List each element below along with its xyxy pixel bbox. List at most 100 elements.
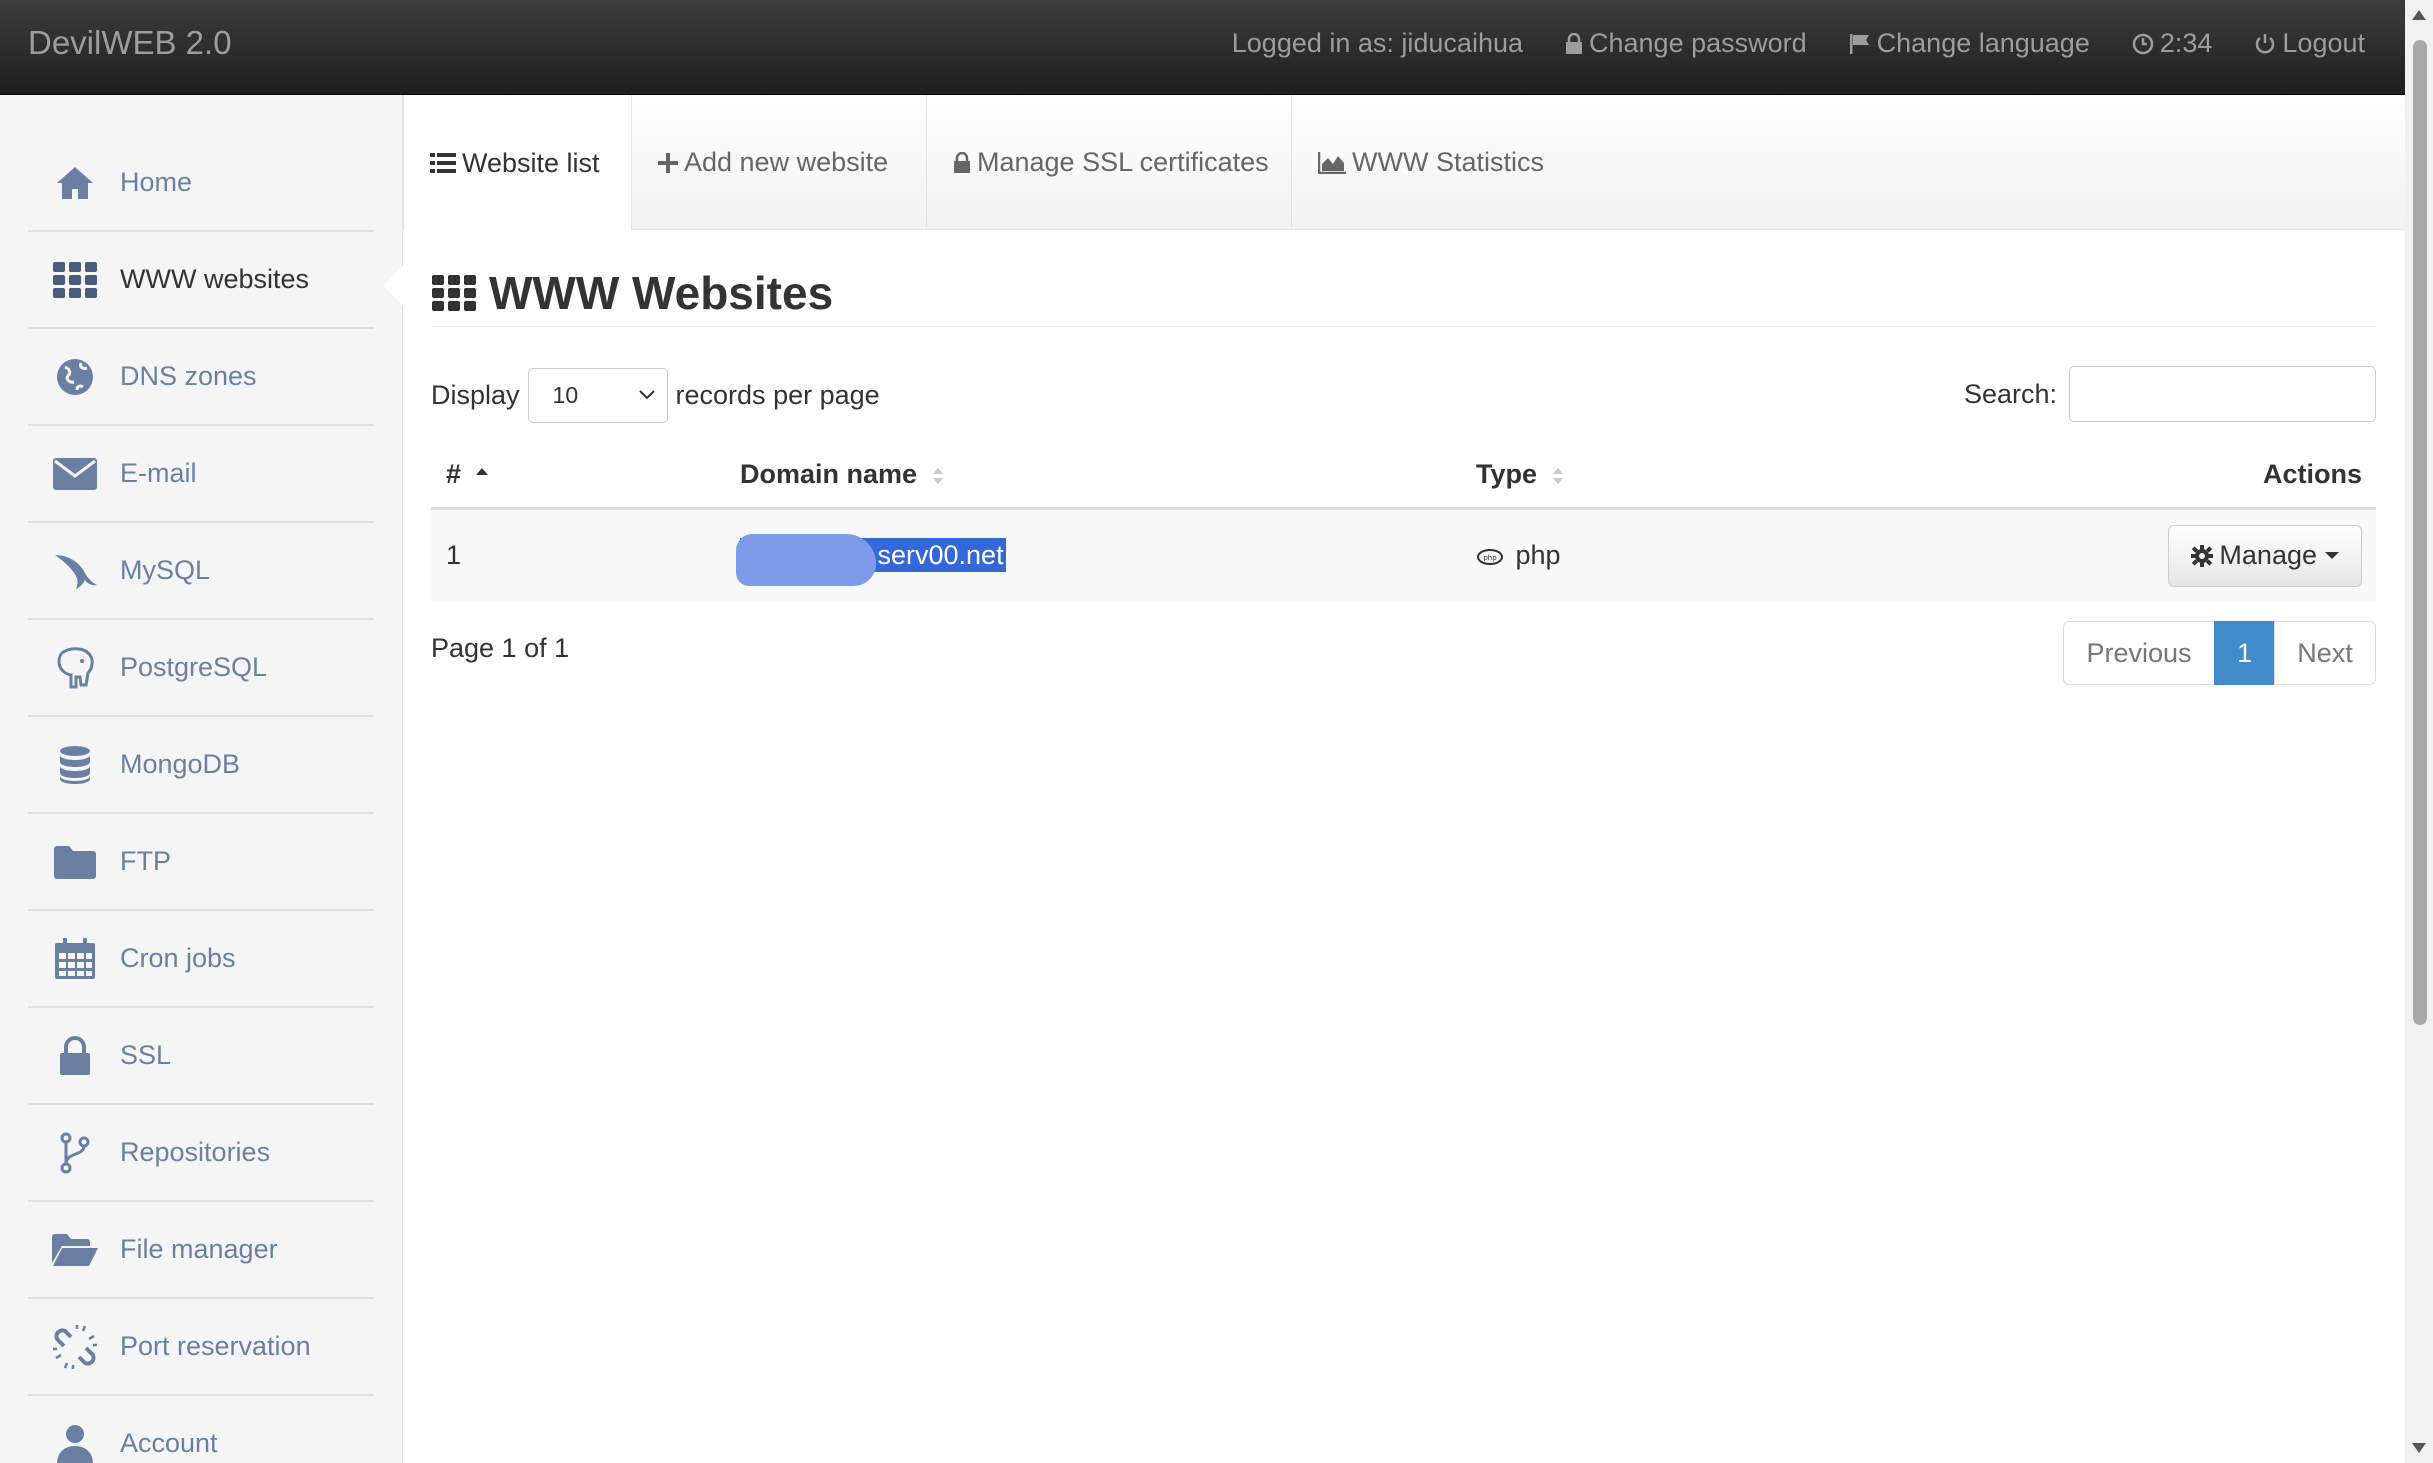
- navbar-right: Logged in as: jiducaihua Change password…: [1190, 28, 2365, 59]
- plus-icon: [658, 152, 678, 173]
- display-label: Display: [431, 379, 520, 410]
- tab-www-statistics[interactable]: WWW Statistics: [1292, 95, 1552, 230]
- per-page-select[interactable]: 10: [527, 367, 668, 423]
- area-chart-icon: [1318, 151, 1346, 174]
- per-page-suffix: records per page: [675, 379, 880, 410]
- table-header-row: # Domain name Type Actions: [431, 442, 2376, 510]
- sidebar-item-ftp[interactable]: FTP: [28, 814, 374, 911]
- sidebar-item-label: Account: [120, 1428, 218, 1458]
- manage-button-label: Manage: [2219, 540, 2317, 571]
- change-language-link[interactable]: Change language: [1849, 28, 2090, 59]
- sidebar-item-label: MongoDB: [120, 749, 241, 779]
- column-header-number[interactable]: #: [431, 442, 725, 510]
- column-header-label: #: [446, 458, 462, 489]
- caret-down-icon: [2325, 552, 2339, 560]
- sort-asc-icon: [475, 467, 488, 475]
- pagination-next[interactable]: Next: [2274, 621, 2376, 685]
- flag-icon: [1849, 33, 1869, 54]
- title-divider: [431, 326, 2376, 327]
- tab-bar: Website list Add new website Manage SSL …: [403, 95, 2405, 231]
- logout-link[interactable]: Logout: [2254, 28, 2365, 59]
- folder-open-icon: [52, 1227, 98, 1273]
- lock-icon: [52, 1033, 98, 1079]
- user-icon: [52, 1421, 98, 1463]
- tab-website-list[interactable]: Website list: [403, 95, 632, 231]
- sidebar-item-account[interactable]: Account: [28, 1396, 374, 1463]
- sidebar-item-postgresql[interactable]: PostgreSQL: [28, 620, 374, 717]
- sidebar-item-file-manager[interactable]: File manager: [28, 1202, 374, 1299]
- column-header-label: Domain name: [740, 458, 918, 489]
- vertical-scrollbar[interactable]: [2405, 0, 2433, 1463]
- grid-icon: [432, 275, 476, 311]
- sidebar-item-mysql[interactable]: MySQL: [28, 523, 374, 620]
- sidebar-item-www-websites[interactable]: WWW websites: [28, 232, 374, 329]
- scroll-thumb[interactable]: [2413, 40, 2427, 1025]
- sidebar-item-label: Home: [120, 167, 193, 197]
- grid-icon: [52, 257, 98, 303]
- per-page-control: Display 10 records per page: [431, 367, 880, 423]
- home-icon: [52, 160, 98, 206]
- sort-icon: [1552, 467, 1563, 484]
- row-type: php: [1515, 540, 1561, 571]
- redaction-mark: [736, 534, 876, 587]
- sidebar-item-dns-zones[interactable]: DNS zones: [28, 329, 374, 426]
- change-password-link[interactable]: Change password: [1565, 28, 1807, 59]
- pagination-previous[interactable]: Previous: [2063, 621, 2215, 685]
- scroll-up-arrow-icon[interactable]: [2412, 10, 2426, 20]
- pagination-page-1[interactable]: 1: [2214, 621, 2275, 685]
- row-type-cell: php php: [1461, 508, 2061, 602]
- eye-icon: php: [1477, 549, 1503, 566]
- sidebar-item-label: WWW websites: [120, 264, 309, 294]
- sidebar-item-ssl[interactable]: SSL: [28, 1008, 374, 1105]
- per-page-value: 10: [552, 381, 579, 408]
- table-row: 1 .serv00.net php php Manage: [431, 508, 2376, 602]
- sidebar-item-label: SSL: [120, 1040, 172, 1070]
- column-header-type[interactable]: Type: [1461, 442, 2061, 510]
- brand-logo[interactable]: DevilWEB 2.0: [28, 24, 232, 62]
- row-number: 1: [431, 508, 725, 602]
- tab-add-new-website[interactable]: Add new website: [632, 95, 927, 230]
- clock-icon: [2132, 33, 2154, 54]
- sidebar-item-label: DNS zones: [120, 361, 257, 391]
- database-icon: [52, 742, 98, 788]
- sidebar-item-label: MySQL: [120, 555, 211, 585]
- lock-icon: [954, 151, 970, 173]
- envelope-icon: [52, 451, 98, 497]
- change-password-label: Change password: [1589, 28, 1807, 58]
- domain-link[interactable]: .serv00.net: [736, 534, 1006, 587]
- search-control: Search:: [1964, 366, 2376, 422]
- logout-label: Logout: [2282, 28, 2365, 58]
- elephant-icon: [52, 645, 98, 691]
- change-language-label: Change language: [1876, 28, 2090, 58]
- websites-table: # Domain name Type Actions 1 .serv00.net…: [431, 442, 2376, 602]
- gear-icon: [2191, 544, 2214, 567]
- calendar-icon: [52, 936, 98, 982]
- tab-label: Manage SSL certificates: [977, 147, 1269, 177]
- unlink-icon: [52, 1324, 98, 1370]
- sidebar-item-mongodb[interactable]: MongoDB: [28, 717, 374, 814]
- manage-button[interactable]: Manage: [2168, 524, 2362, 587]
- column-header-domain[interactable]: Domain name: [725, 442, 1461, 510]
- sidebar-item-label: FTP: [120, 846, 171, 876]
- sort-icon: [932, 467, 943, 484]
- sidebar-item-home[interactable]: Home: [28, 135, 374, 232]
- sidebar-item-port-reservation[interactable]: Port reservation: [28, 1299, 374, 1396]
- scroll-down-arrow-icon[interactable]: [2412, 1443, 2426, 1453]
- sidebar-item-label: File manager: [120, 1234, 278, 1264]
- list-icon: [430, 153, 456, 173]
- svg-text:php: php: [1483, 554, 1497, 562]
- pagination: Previous 1 Next: [2063, 621, 2376, 685]
- tab-manage-ssl[interactable]: Manage SSL certificates: [927, 95, 1292, 230]
- sidebar: Home WWW websites DNS zones E-mail MySQL…: [0, 95, 403, 1463]
- row-actions-cell: Manage: [2061, 508, 2376, 602]
- page-title-text: WWW Websites: [489, 267, 834, 319]
- sidebar-item-label: Cron jobs: [120, 943, 236, 973]
- sidebar-item-repositories[interactable]: Repositories: [28, 1105, 374, 1202]
- sidebar-item-email[interactable]: E-mail: [28, 426, 374, 523]
- search-input[interactable]: [2069, 366, 2376, 422]
- top-navbar: DevilWEB 2.0 Logged in as: jiducaihua Ch…: [0, 0, 2405, 95]
- lock-icon: [1566, 32, 1582, 54]
- logged-in-label: Logged in as: jiducaihua: [1231, 28, 1523, 58]
- sidebar-item-cron-jobs[interactable]: Cron jobs: [28, 911, 374, 1008]
- active-indicator-arrow: [383, 264, 405, 308]
